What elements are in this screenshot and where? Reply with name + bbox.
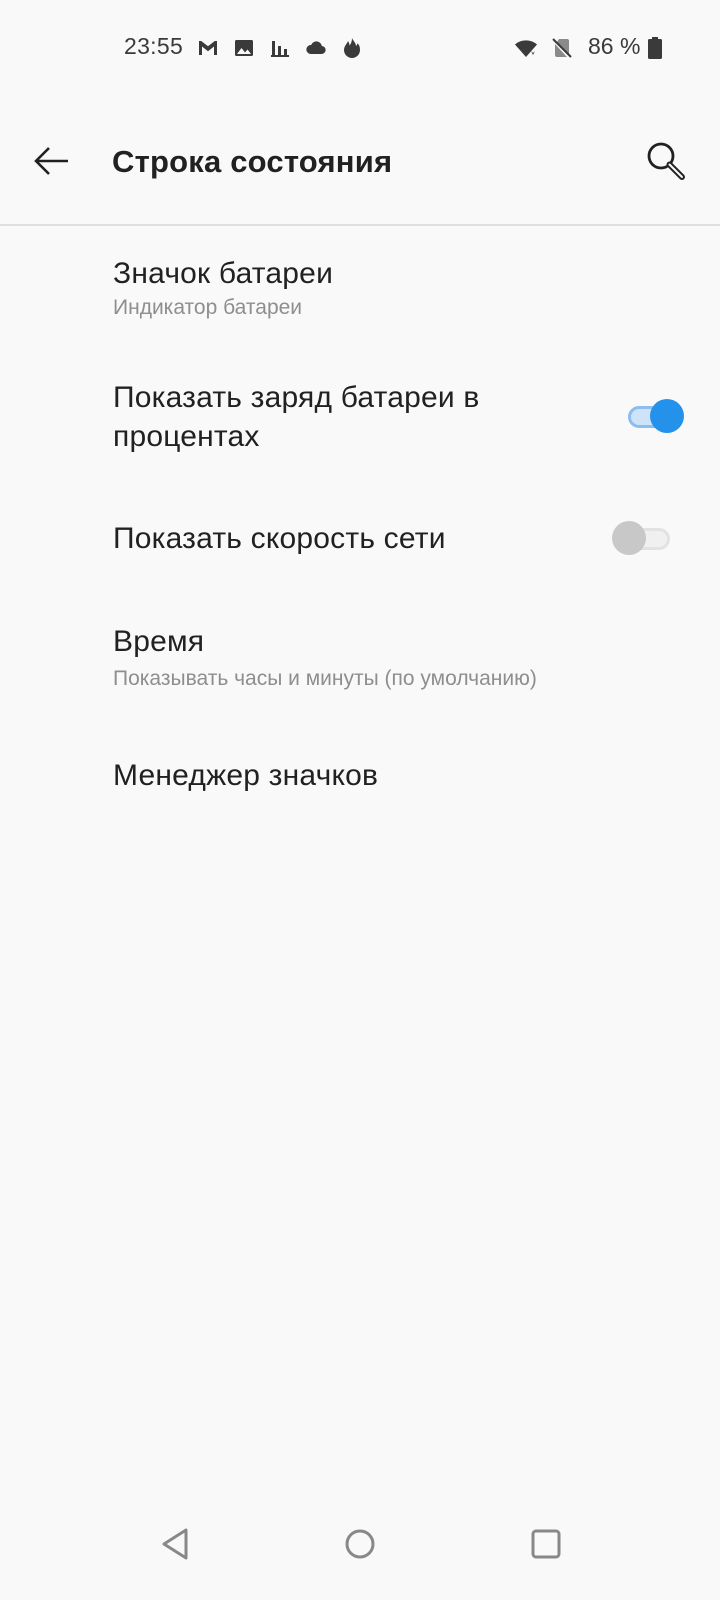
toggle-knob <box>650 399 684 433</box>
search-icon <box>647 142 685 180</box>
back-button[interactable] <box>30 139 74 183</box>
cloud-icon <box>304 36 328 60</box>
stats-icon <box>268 36 292 60</box>
app-bar: Строка состояния <box>0 95 720 226</box>
network-speed-toggle[interactable] <box>612 519 670 557</box>
setting-title: Время <box>113 625 205 658</box>
nav-recents-button[interactable] <box>526 1524 566 1564</box>
setting-title: Показать скорость сети <box>113 522 446 555</box>
setting-title-line1: Показать заряд батареи в <box>113 381 480 414</box>
setting-subtitle: Индикатор батареи <box>113 296 303 319</box>
setting-title: Значок батареи <box>113 257 334 290</box>
battery-percent-text: 86 % <box>588 33 641 59</box>
status-bar: 23:55 86 % <box>0 0 720 95</box>
gallery-icon <box>232 36 256 60</box>
status-time: 23:55 <box>124 33 184 59</box>
nav-recents-icon <box>531 1529 561 1559</box>
nav-home-icon <box>345 1529 375 1559</box>
toggle-knob <box>612 521 646 555</box>
nav-back-button[interactable] <box>156 1524 196 1564</box>
gmail-icon <box>196 36 220 60</box>
setting-battery-percent[interactable]: Показать заряд батареи в процентах <box>0 362 720 472</box>
fire-icon <box>340 36 364 60</box>
navigation-bar <box>0 1510 720 1600</box>
no-sim-icon <box>550 36 574 60</box>
setting-title: Менеджер значков <box>113 759 379 792</box>
nav-back-icon <box>162 1528 188 1560</box>
battery-icon <box>646 36 664 60</box>
nav-home-button[interactable] <box>340 1524 380 1564</box>
setting-icon-manager[interactable]: Менеджер значков <box>0 738 720 818</box>
wifi-icon <box>514 36 538 60</box>
search-button[interactable] <box>644 139 688 183</box>
setting-network-speed[interactable]: Показать скорость сети <box>0 490 720 590</box>
page-title: Строка состояния <box>112 144 393 179</box>
setting-battery-icon[interactable]: Значок батареи Индикатор батареи <box>0 236 720 344</box>
battery-percent-toggle[interactable] <box>624 397 684 435</box>
setting-subtitle: Показывать часы и минуты (по умолчанию) <box>113 667 537 690</box>
back-arrow-icon <box>34 147 68 175</box>
setting-time[interactable]: Время Показывать часы и минуты (по умолч… <box>0 600 720 710</box>
setting-title-line2: процентах <box>113 420 260 453</box>
